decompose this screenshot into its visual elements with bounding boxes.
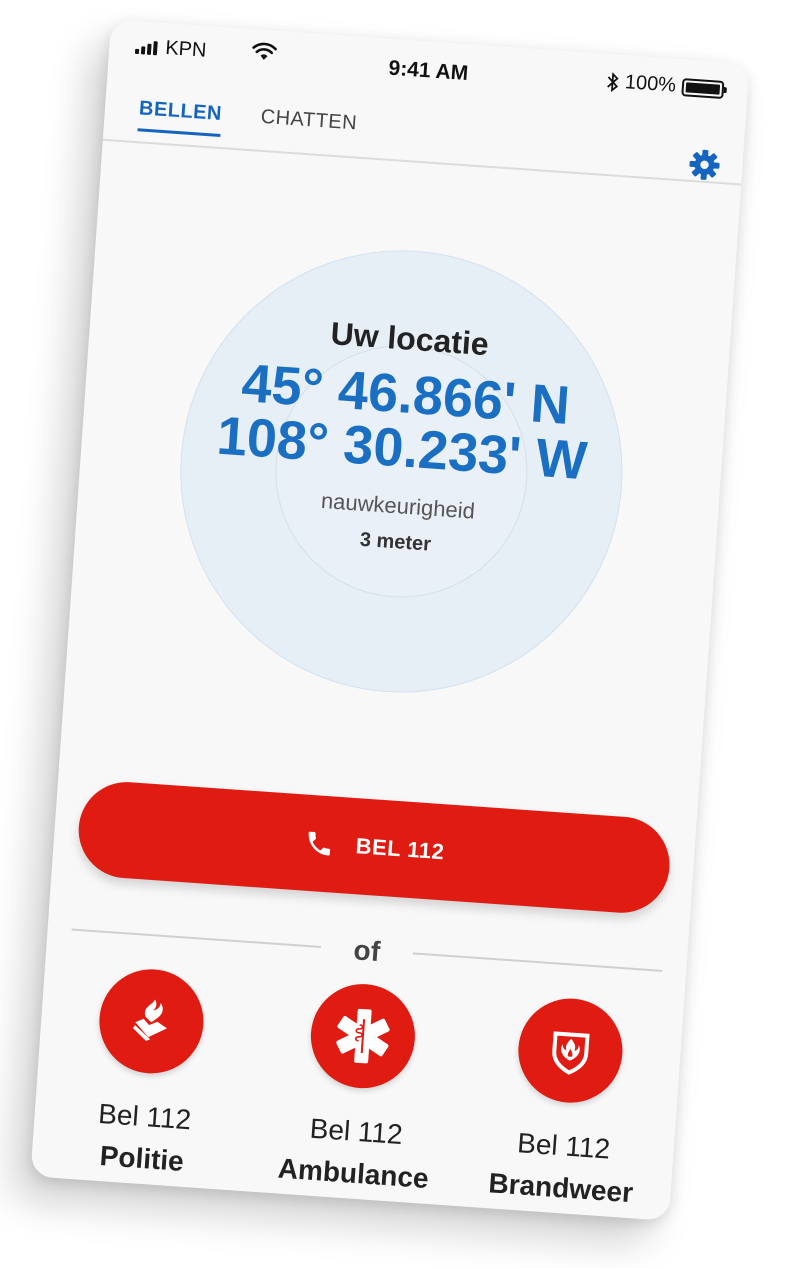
call-ambulance-button[interactable]: Bel 112 Ambulance	[252, 977, 466, 1196]
phone-screen: KPN 9:41 AM 100% BELLEN CHATTEN Uw locat…	[30, 19, 750, 1221]
ambulance-line1: Bel 112	[308, 1112, 404, 1151]
tab-bellen[interactable]: BELLEN	[137, 97, 223, 137]
police-line1: Bel 112	[97, 1097, 193, 1136]
tab-chatten[interactable]: CHATTEN	[260, 106, 358, 136]
ambulance-line2: Ambulance	[276, 1152, 430, 1195]
call-police-button[interactable]: Bel 112 Politie	[41, 962, 255, 1181]
fire-line1: Bel 112	[516, 1127, 612, 1165]
battery-percent: 100%	[624, 71, 677, 97]
police-line2: Politie	[98, 1140, 185, 1177]
location-panel: Uw locatie 45° 46.866' N 108° 30.233' W …	[65, 219, 736, 723]
bluetooth-icon	[607, 71, 619, 92]
fire-line2: Brandweer	[487, 1167, 635, 1209]
battery-icon	[681, 77, 725, 99]
call-112-button[interactable]: BEL 112	[75, 778, 673, 916]
fire-icon-circle	[514, 995, 626, 1107]
call-112-label: BEL 112	[354, 833, 446, 865]
settings-gear-icon[interactable]	[687, 148, 721, 182]
battery-fill	[685, 81, 721, 95]
fire-department-icon	[552, 1031, 590, 1075]
location-text: Uw locatie 45° 46.866' N 108° 30.233' W …	[75, 298, 730, 576]
stage: KPN 9:41 AM 100% BELLEN CHATTEN Uw locat…	[0, 0, 808, 1268]
ambulance-icon-circle	[307, 980, 419, 1092]
phone-icon	[308, 831, 330, 856]
police-icon	[132, 999, 167, 1042]
services-row: Bel 112 Politie Bel 112 Ambulance Bel 11…	[31, 962, 683, 1208]
police-icon-circle	[95, 965, 207, 1077]
star-of-life-icon	[336, 1008, 390, 1064]
call-fire-button[interactable]: Bel 112 Brandweer	[460, 992, 674, 1211]
